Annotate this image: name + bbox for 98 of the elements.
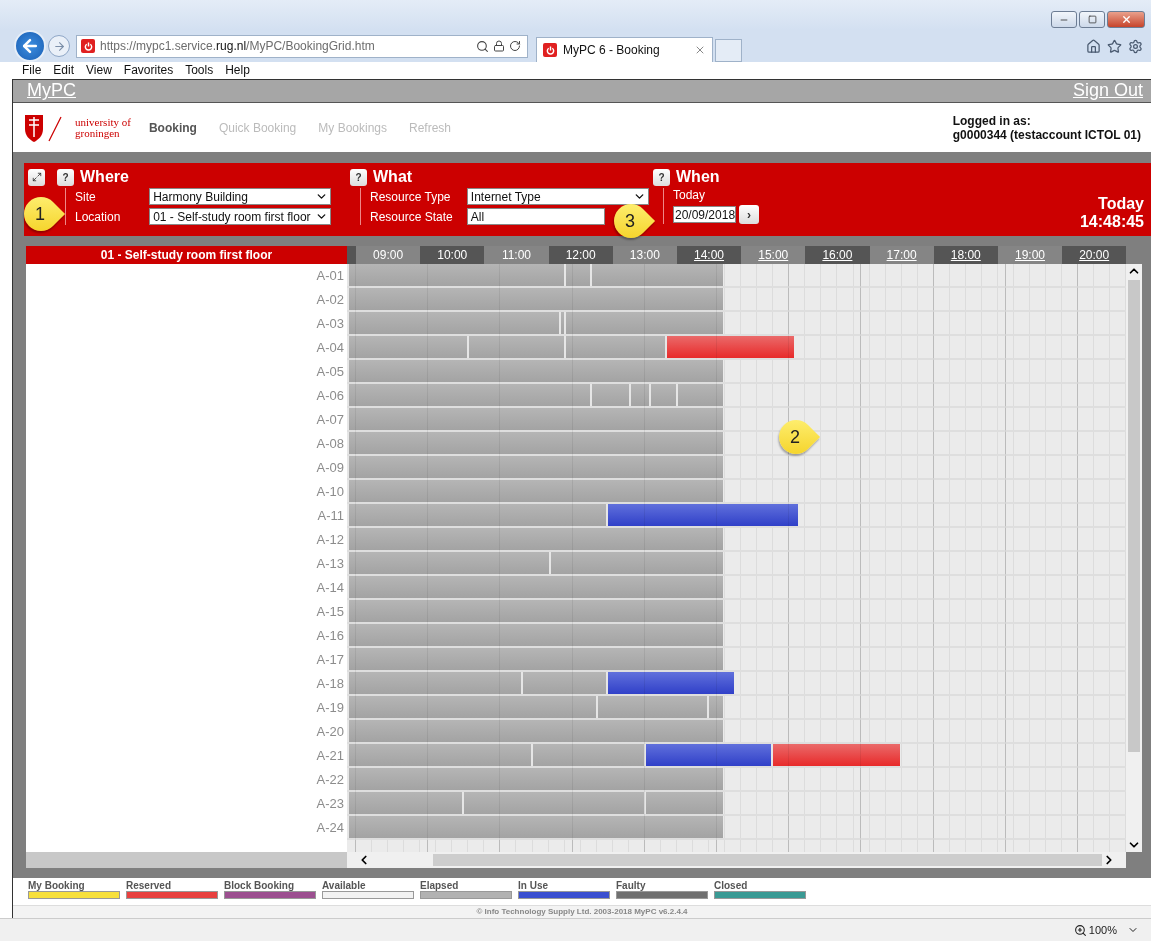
menu-item[interactable]: Favorites [117, 62, 180, 79]
section-title: When [676, 168, 720, 187]
next-day-button[interactable]: › [739, 205, 759, 225]
zoom-level[interactable]: 100% [1088, 924, 1117, 936]
address-field[interactable]: https://mypc1.service.rug.nl/MyPC/BookingGrid.htm [76, 34, 528, 58]
dropdown[interactable]: Internet Type [466, 188, 649, 206]
resource-label: A-04 [315, 339, 345, 358]
help-button[interactable]: ? [57, 168, 74, 186]
reserved-booking[interactable] [665, 336, 794, 359]
legend-label: Available [322, 880, 367, 892]
section-title: Where [80, 168, 129, 187]
browser-tab[interactable]: MyPC 6 - Booking [536, 37, 713, 62]
maximize-icon [1087, 15, 1097, 24]
close-button[interactable] [1107, 11, 1145, 28]
resource-label: A-21 [315, 747, 345, 766]
legend-label: Elapsed [420, 880, 460, 892]
logo-text: university of groningen [75, 116, 131, 139]
resource-label: A-07 [315, 411, 345, 430]
resource-label: A-22 [315, 771, 345, 790]
in-use-booking[interactable] [643, 744, 772, 767]
field-label: Site [75, 189, 97, 204]
input-field[interactable]: All [466, 208, 605, 226]
in-use-booking[interactable] [606, 504, 798, 527]
resource-label: A-18 [315, 675, 345, 694]
help-button[interactable]: ? [653, 168, 670, 186]
horizontal-scrollbar[interactable] [347, 852, 1126, 869]
home-icon[interactable] [1086, 38, 1101, 54]
resource-label: A-16 [315, 627, 345, 646]
legend-label: In Use [518, 880, 549, 892]
lock-icon [493, 40, 505, 52]
zoom-icon[interactable] [1073, 923, 1087, 937]
resource-label: A-17 [315, 651, 345, 670]
legend-label: Faulty [616, 880, 647, 892]
nav-link[interactable]: Booking [148, 120, 197, 135]
help-button[interactable]: ? [350, 168, 367, 186]
hour-header[interactable]: 17:00 [869, 246, 934, 265]
resource-label: A-01 [315, 267, 345, 286]
resource-label: A-23 [315, 795, 345, 814]
field-label: Resource State [370, 209, 454, 224]
settings-icon[interactable] [1128, 38, 1143, 54]
hour-header[interactable]: 11:00 [484, 246, 549, 265]
section-title: What [373, 168, 413, 187]
menu-item[interactable]: View [80, 62, 118, 79]
menu-item[interactable]: Help [219, 62, 256, 79]
legend-label: Reserved [126, 880, 173, 892]
resource-label: A-09 [315, 459, 345, 478]
hour-header[interactable]: 15:00 [741, 246, 806, 265]
resource-label: A-13 [315, 555, 345, 574]
field-label: Today [673, 188, 707, 203]
field-label: Location [75, 209, 122, 224]
search-icon[interactable] [476, 39, 489, 53]
resource-label: A-12 [315, 531, 345, 550]
hour-header[interactable]: 19:00 [997, 246, 1063, 265]
close-icon[interactable] [694, 44, 706, 56]
vertical-scrollbar[interactable] [1126, 264, 1142, 853]
back-button[interactable] [14, 30, 46, 62]
legend-label: My Booking [28, 880, 86, 892]
resource-label: A-20 [315, 723, 345, 742]
dropdown[interactable]: 01 - Self-study room first floor [149, 208, 332, 226]
legend-label: Block Booking [224, 880, 295, 892]
power-icon [543, 43, 557, 57]
day-label: Today [1098, 195, 1144, 214]
user-name: g0000344 (testaccount ICTOL 01) [952, 127, 1141, 142]
dropdown[interactable]: Harmony Building [149, 188, 332, 206]
location-title: 01 - Self-study room first floor [26, 246, 347, 265]
legend-label: Closed [714, 880, 749, 892]
resource-label: A-19 [315, 699, 345, 718]
power-icon [81, 39, 95, 53]
logged-in-label: Logged in as: [952, 113, 1032, 128]
resource-label: A-08 [315, 435, 345, 454]
resource-label: A-24 [315, 819, 345, 838]
copyright-text: © Info Technology Supply Ltd. 2003-2018 MyPC v6.2.4.4 [13, 905, 1151, 918]
reserved-booking[interactable] [771, 744, 900, 767]
resource-label: A-06 [315, 387, 345, 406]
date-field[interactable]: 20/09/2018 [673, 206, 736, 224]
field-label: Resource Type [370, 189, 452, 204]
arrow-right-icon [52, 39, 66, 53]
expand-button[interactable] [28, 168, 45, 186]
resource-label: A-05 [315, 363, 345, 382]
minimize-button[interactable] [1051, 11, 1077, 28]
resource-label: A-02 [315, 291, 345, 310]
resource-label: A-10 [315, 483, 345, 502]
in-use-booking[interactable] [606, 672, 734, 695]
maximize-button[interactable] [1079, 11, 1105, 28]
close-icon [1120, 14, 1132, 25]
hour-header[interactable]: 13:00 [612, 246, 677, 265]
menu-item[interactable]: Tools [179, 62, 220, 79]
hour-header[interactable]: 09:00 [356, 246, 421, 265]
resource-label: A-14 [315, 579, 345, 598]
resource-label: A-15 [315, 603, 345, 622]
forward-button[interactable] [48, 35, 70, 57]
star-icon[interactable] [1107, 38, 1122, 54]
resource-label: A-03 [315, 315, 345, 334]
menu-item[interactable]: File [16, 62, 48, 79]
current-time: 14:48:45 [1079, 213, 1144, 232]
resource-label: A-11 [316, 507, 345, 526]
menu-item[interactable]: Edit [47, 62, 81, 79]
refresh-icon[interactable] [509, 40, 521, 52]
